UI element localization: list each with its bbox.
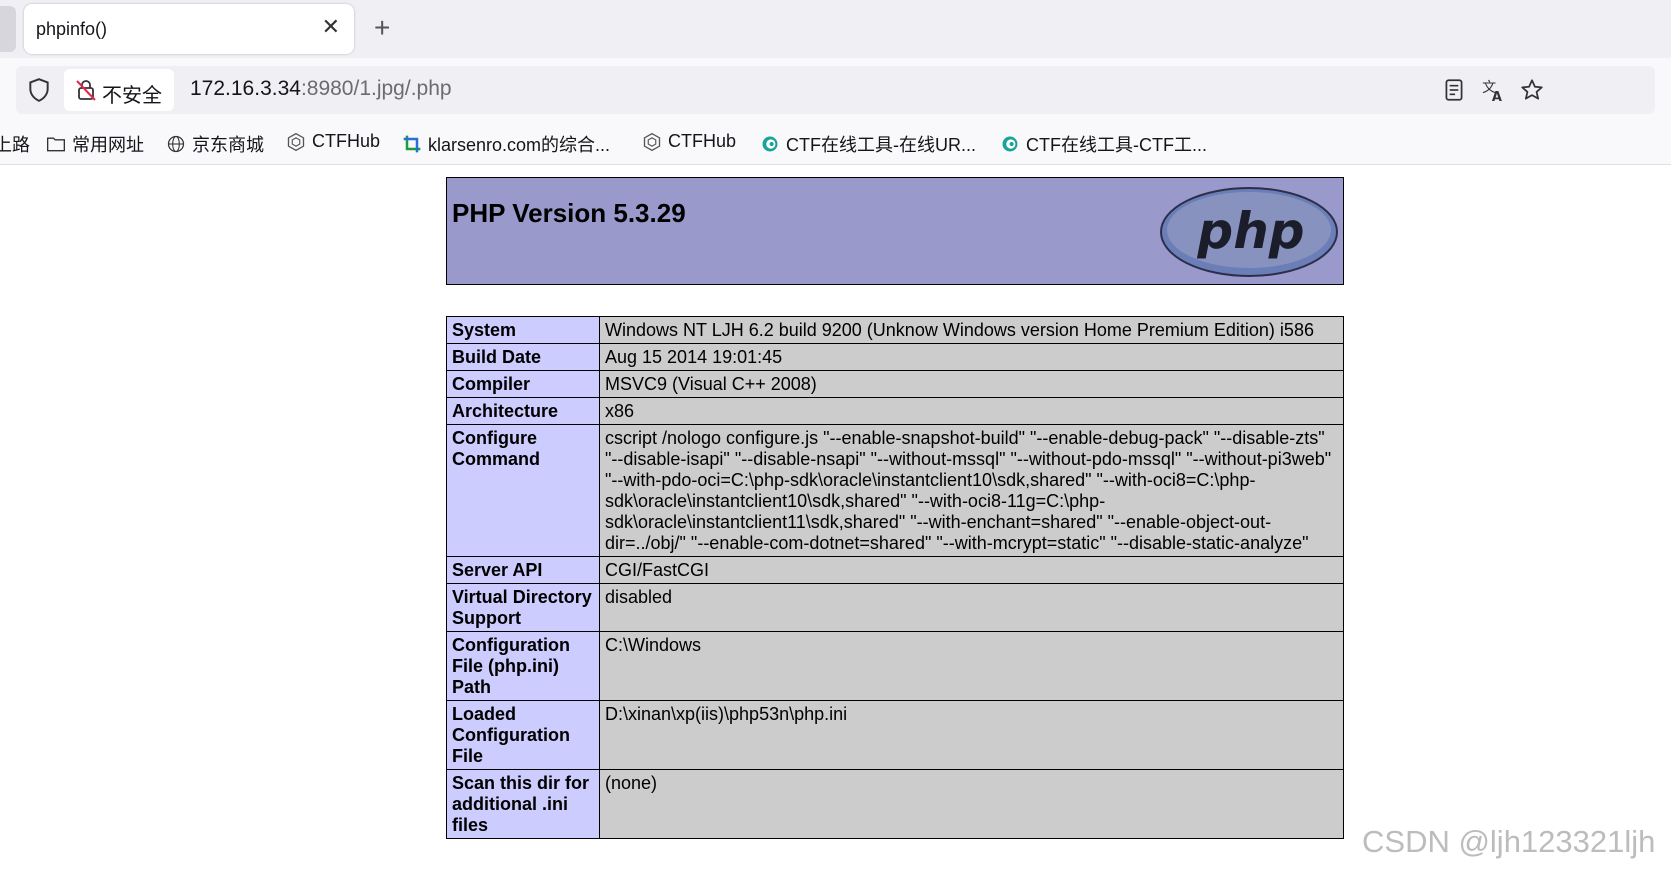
phpinfo-table: System Windows NT LJH 6.2 build 9200 (Unk…: [446, 316, 1344, 839]
row-value: disabled: [599, 583, 1344, 632]
tracking-protection-shield-icon[interactable]: [26, 77, 52, 103]
bookmark-label: CTF在线工具-CTF工...: [1026, 135, 1207, 155]
bookmarks-toolbar: 上路 常用网址 京东商城 CTFHub klarsenro.com的综合... …: [0, 122, 1671, 165]
url-text[interactable]: 172.16.3.34:8980/1.jpg/.php: [190, 77, 452, 101]
php-version-title: PHP Version 5.3.29: [452, 198, 686, 228]
bookmark-star-icon[interactable]: [1519, 77, 1545, 103]
row-key: Configure Command: [446, 424, 600, 557]
bookmark-label: CTFHub: [312, 131, 381, 151]
php-version-header: PHP Version 5.3.29 php: [446, 177, 1344, 285]
insecure-lock-icon: [76, 80, 96, 101]
row-key: System: [446, 316, 600, 344]
bookmark-item-ctfhub-2[interactable]: CTFHub: [642, 131, 736, 152]
csdn-watermark: CSDN @ljh123321ljh: [1362, 824, 1656, 859]
table-row: Configure Command cscript /nologo configu…: [446, 424, 1344, 557]
ctfhub-icon: [643, 132, 661, 151]
security-label: 不安全: [102, 85, 162, 107]
row-value: Aug 15 2014 19:01:45: [599, 343, 1344, 371]
previous-tab-edge[interactable]: [0, 6, 16, 52]
navigation-bar: 不安全 172.16.3.34:8980/1.jpg/.php 文 A: [0, 58, 1671, 122]
bookmark-label: 京东商城: [192, 135, 264, 155]
row-key: Compiler: [446, 370, 600, 398]
url-path: :8980/1.jpg/.php: [300, 77, 452, 100]
bookmark-item-jd[interactable]: 京东商城: [166, 131, 264, 157]
bookmark-folder-common[interactable]: 常用网址: [46, 131, 144, 157]
row-value: Windows NT LJH 6.2 build 9200 (Unknow Wi…: [599, 316, 1344, 344]
url-host: 172.16.3.34: [190, 77, 301, 100]
table-row: Compiler MSVC9 (Visual C++ 2008): [446, 370, 1344, 398]
site-security-indicator[interactable]: 不安全: [64, 69, 174, 111]
tab-strip: phpinfo() ✕ +: [0, 0, 1671, 58]
table-row: Configuration File (php.ini) Path C:\Wind…: [446, 631, 1344, 701]
table-row: Server API CGI/FastCGI: [446, 556, 1344, 584]
tab-title: phpinfo(): [36, 19, 108, 39]
php-logo-text: php: [1196, 202, 1304, 260]
bookmark-label: CTFHub: [668, 131, 737, 151]
tab-phpinfo[interactable]: phpinfo() ✕: [24, 4, 354, 54]
table-row: Build Date Aug 15 2014 19:01:45: [446, 343, 1344, 371]
reader-view-icon[interactable]: [1441, 77, 1467, 103]
row-key: Build Date: [446, 343, 600, 371]
folder-icon: [47, 137, 65, 152]
tab-close-button[interactable]: ✕: [322, 15, 340, 39]
row-key: Loaded Configuration File: [446, 700, 600, 770]
page-content: PHP Version 5.3.29 php System Windows NT …: [0, 165, 1671, 873]
ctfhub-icon: [287, 132, 305, 151]
row-value: x86: [599, 397, 1344, 425]
bookmark-item-truncated[interactable]: 上路: [0, 131, 30, 157]
row-value: cscript /nologo configure.js "--enable-s…: [599, 424, 1344, 557]
row-value: D:\xinan\xp(iis)\php53n\php.ini: [599, 700, 1344, 770]
bookmark-item-klarsenro[interactable]: klarsenro.com的综合...: [402, 131, 610, 157]
ctf-tool-icon: [1002, 136, 1018, 152]
table-row: System Windows NT LJH 6.2 build 9200 (Unk…: [446, 316, 1344, 344]
row-key: Architecture: [446, 397, 600, 425]
row-key: Configuration File (php.ini) Path: [446, 631, 600, 701]
address-bar[interactable]: 不安全 172.16.3.34:8980/1.jpg/.php 文 A: [16, 66, 1655, 114]
translate-icon[interactable]: 文 A: [1480, 77, 1506, 103]
row-value: CGI/FastCGI: [599, 556, 1344, 584]
site-icon: [403, 135, 421, 153]
bookmark-label: klarsenro.com的综合...: [428, 135, 611, 155]
svg-text:A: A: [1492, 90, 1502, 103]
table-row: Scan this dir for additional .ini files(…: [446, 769, 1344, 839]
row-value: C:\Windows: [599, 631, 1344, 701]
row-key: Server API: [446, 556, 600, 584]
bookmark-item-ctf-tool-url[interactable]: CTF在线工具-在线UR...: [760, 131, 976, 157]
row-value: MSVC9 (Visual C++ 2008): [599, 370, 1344, 398]
bookmark-label: 上路: [0, 135, 30, 155]
new-tab-button[interactable]: +: [374, 12, 390, 44]
bookmark-label: 常用网址: [72, 135, 144, 155]
row-key: Scan this dir for additional .ini files: [446, 769, 600, 839]
table-row: Virtual Directory Support disabled: [446, 583, 1344, 632]
bookmark-item-ctf-tool[interactable]: CTF在线工具-CTF工...: [1000, 131, 1207, 157]
row-key: Virtual Directory Support: [446, 583, 600, 632]
bookmark-item-ctfhub[interactable]: CTFHub: [286, 131, 380, 152]
row-value: (none): [599, 769, 1344, 839]
table-row: Architecture x86: [446, 397, 1344, 425]
php-logo[interactable]: php: [1159, 186, 1339, 278]
table-row: Loaded Configuration File D:\xinan\xp(iis…: [446, 700, 1344, 770]
bookmark-label: CTF在线工具-在线UR...: [786, 135, 976, 155]
ctf-tool-icon: [762, 136, 778, 152]
globe-icon: [167, 135, 185, 153]
